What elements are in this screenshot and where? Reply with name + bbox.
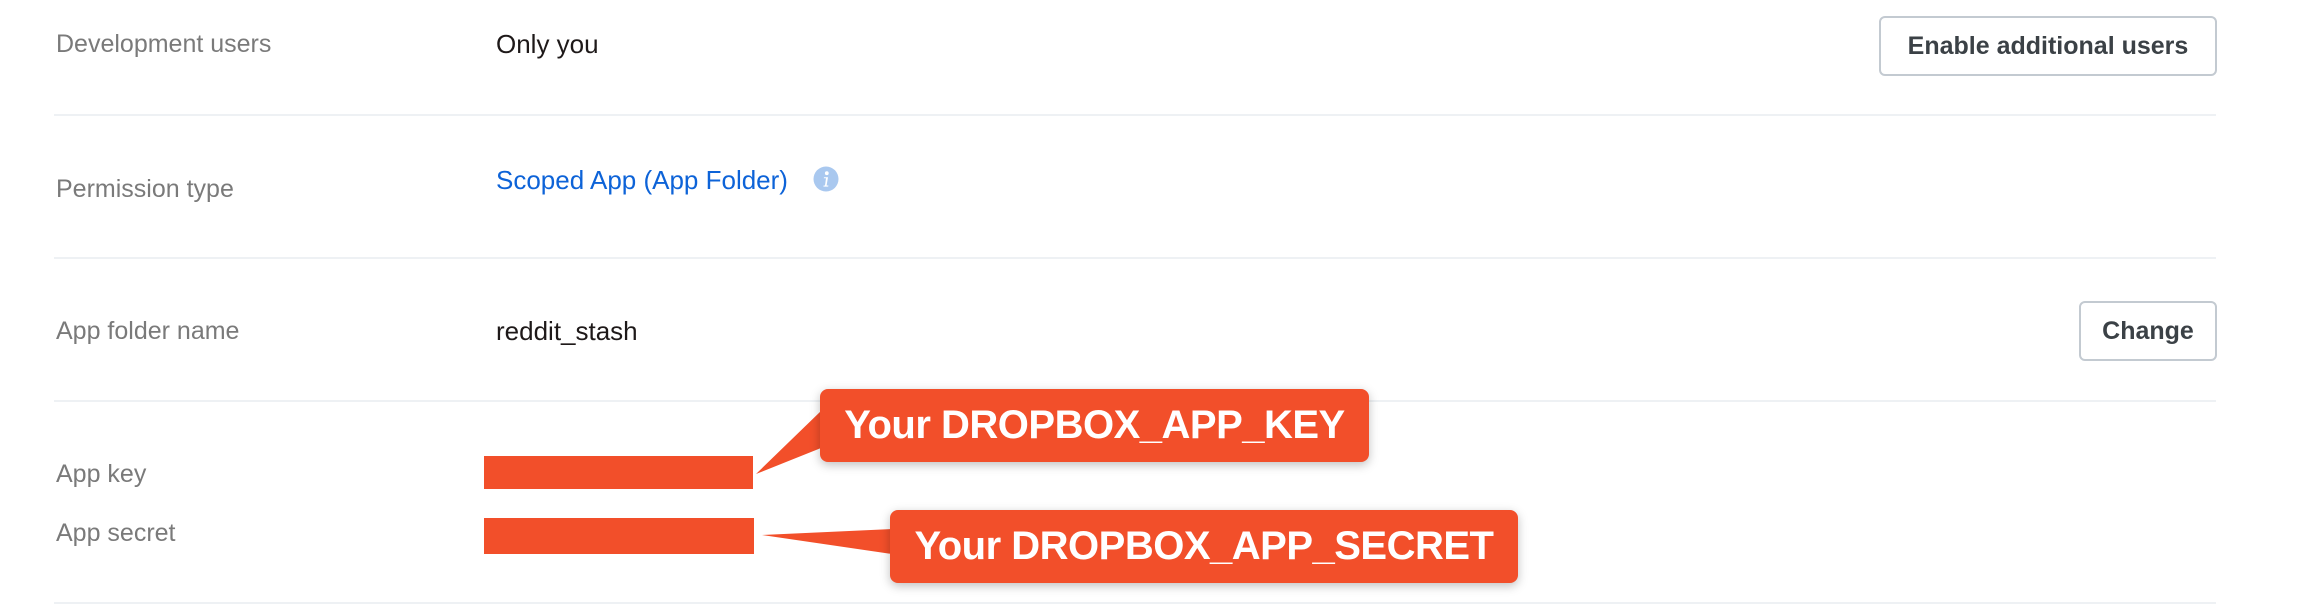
row-divider [54,602,2216,604]
app-key-redaction [484,456,753,489]
change-folder-button[interactable]: Change [2079,301,2217,361]
app-secret-callout-pointer [762,529,892,554]
permission-type-link[interactable]: Scoped App (App Folder) [496,165,788,195]
development-users-value: Only you [496,29,599,59]
app-folder-name-value: reddit_stash [496,316,638,346]
row-divider [54,114,2216,116]
row-divider [54,257,2216,259]
info-icon[interactable] [813,166,839,192]
permission-type-label: Permission type [56,175,234,203]
app-secret-label: App secret [56,519,176,547]
app-folder-name-label: App folder name [56,317,240,345]
app-key-label: App key [56,460,147,488]
app-secret-callout: Your DROPBOX_APP_SECRET [890,510,1518,583]
app-secret-redaction [484,518,754,554]
enable-additional-users-button[interactable]: Enable additional users [1879,16,2217,76]
development-users-label: Development users [56,30,272,58]
app-key-callout: Your DROPBOX_APP_KEY [820,389,1369,462]
